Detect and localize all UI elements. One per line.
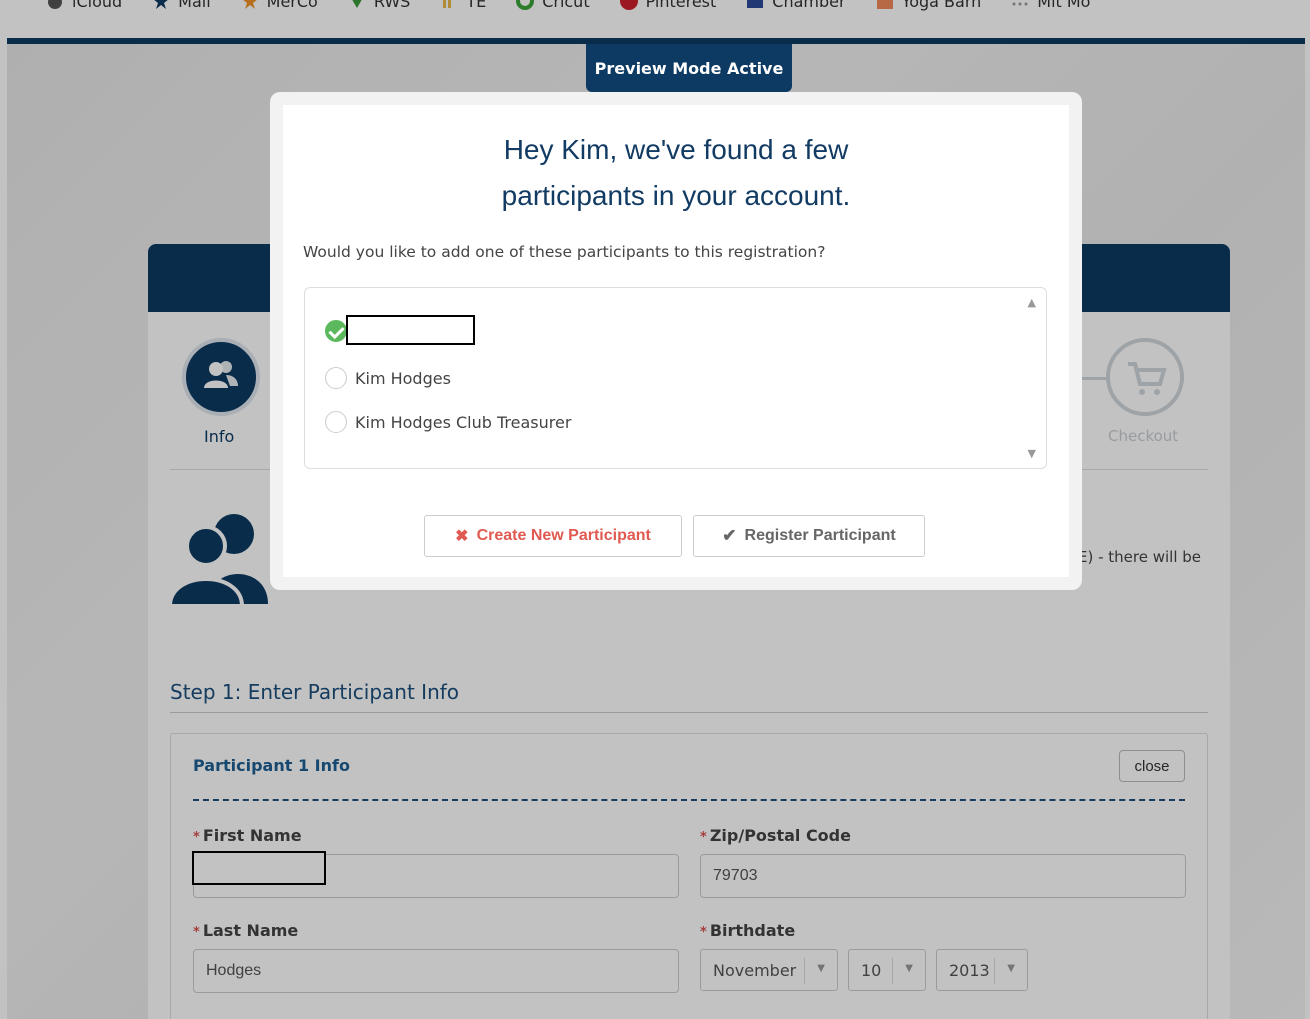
modal-title-line: participants in your account.	[501, 180, 851, 211]
radio-icon[interactable]	[325, 411, 347, 433]
participant-name: Kim Hodges Club Treasurer	[355, 412, 572, 432]
button-label: Create New Participant	[476, 527, 651, 544]
browser-viewport: iCloud Mail MerCo RWS TE Cricut Pinteres…	[0, 0, 1310, 1019]
modal-title-line: Hey Kim, we've found a few	[503, 134, 849, 165]
radio-checked-icon[interactable]	[325, 320, 347, 342]
preview-mode-badge: Preview Mode Active	[586, 44, 792, 92]
modal-content: Hey Kim, we've found a few participants …	[283, 105, 1069, 577]
participant-option[interactable]: Kim Hodges	[325, 367, 451, 389]
participant-modal: Hey Kim, we've found a few participants …	[270, 92, 1082, 590]
redacted-participant-name	[346, 315, 475, 345]
register-participant-button[interactable]: ✔ Register Participant	[693, 515, 925, 557]
modal-title: Hey Kim, we've found a few participants …	[283, 127, 1069, 219]
modal-question: Would you like to add one of these parti…	[303, 243, 826, 261]
create-new-participant-button[interactable]: ✖ Create New Participant	[424, 515, 682, 557]
x-icon: ✖	[455, 528, 469, 545]
participant-name: Kim Hodges	[355, 368, 451, 388]
scroll-up-icon[interactable]: ▲	[1028, 296, 1036, 309]
radio-icon[interactable]	[325, 367, 347, 389]
button-label: Register Participant	[744, 527, 896, 544]
check-icon: ✔	[722, 526, 737, 545]
participant-option[interactable]: Kim Hodges Club Treasurer	[325, 411, 571, 433]
scroll-down-icon[interactable]: ▼	[1028, 447, 1036, 460]
participant-list[interactable]: Kim Hodges Kim Hodges Club Treasurer ▲ ▼	[304, 287, 1047, 469]
